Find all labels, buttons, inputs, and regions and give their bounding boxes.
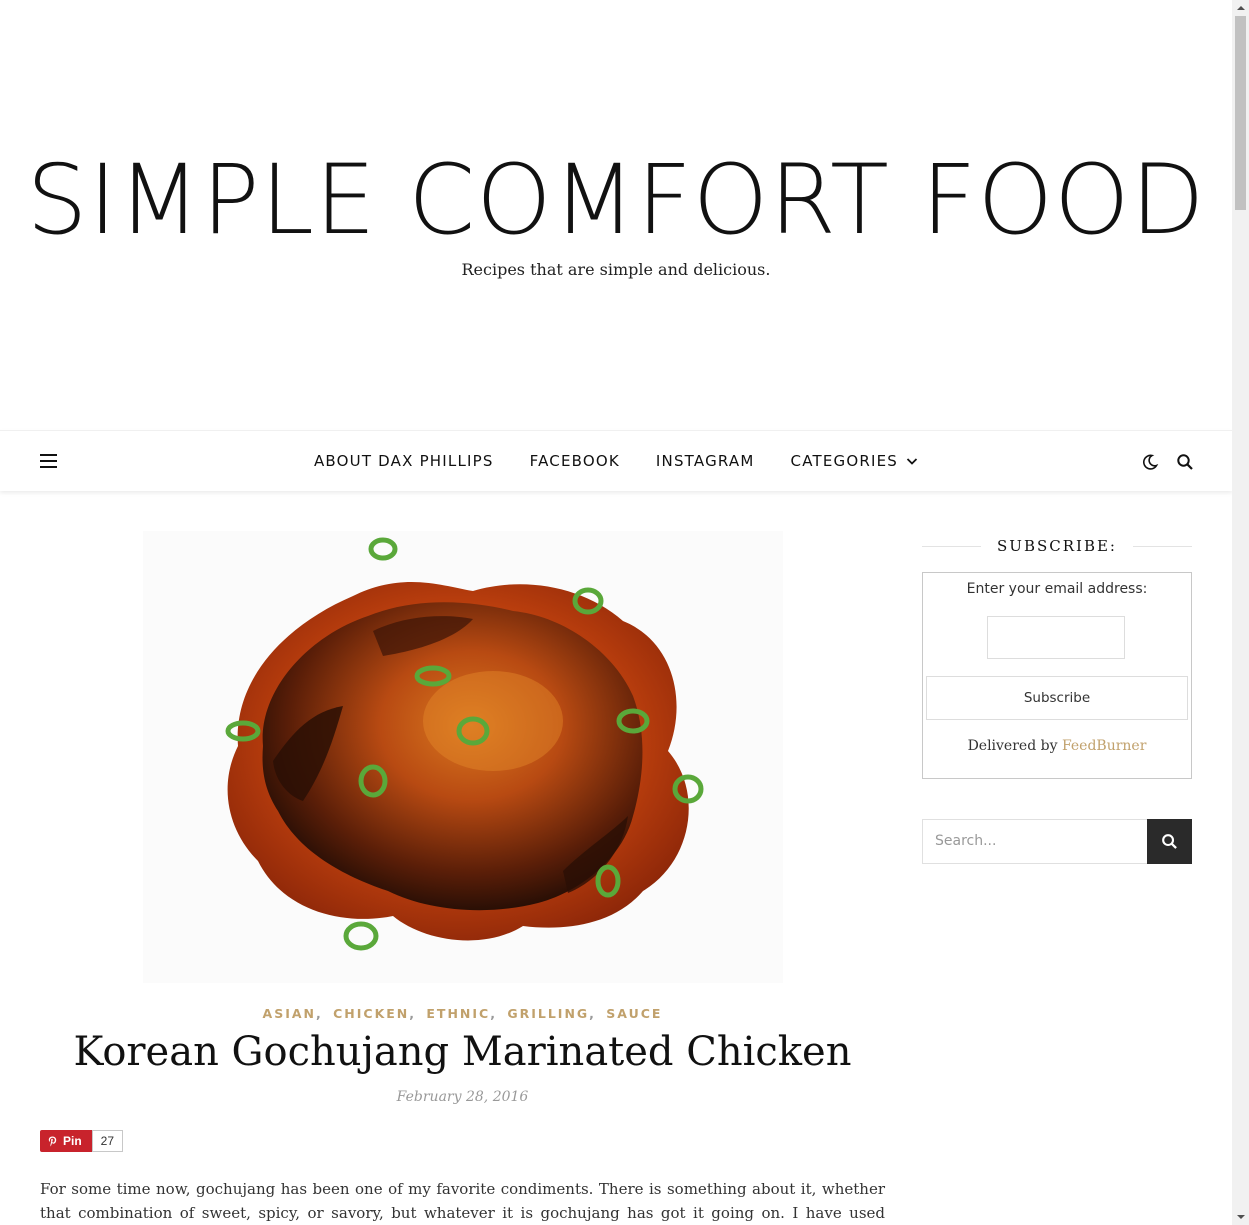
nav-item-categories-label: CATEGORIES	[790, 452, 899, 470]
subscribe-widget-title: SUBSCRIBE:	[922, 536, 1193, 556]
search-icon[interactable]	[1176, 453, 1194, 471]
scroll-down-arrow-icon[interactable]	[1232, 1209, 1249, 1225]
chevron-down-icon	[906, 458, 918, 465]
category-ethnic[interactable]: ETHNIC	[426, 1006, 490, 1021]
nav-item-categories[interactable]: CATEGORIES	[791, 452, 919, 470]
pin-label-button[interactable]: Pin	[40, 1130, 92, 1152]
category-sauce[interactable]: SAUCE	[606, 1006, 662, 1021]
category-grilling[interactable]: GRILLING	[507, 1006, 589, 1021]
scroll-up-arrow-icon[interactable]	[1232, 0, 1249, 16]
category-asian[interactable]: ASIAN	[263, 1006, 316, 1021]
pinterest-icon	[48, 1136, 57, 1146]
sidebar-search: Search...	[922, 819, 1192, 864]
email-label: Enter your email address:	[966, 581, 1148, 597]
site-tagline: Recipes that are simple and delicious.	[461, 260, 771, 279]
pin-count: 27	[91, 1130, 124, 1152]
page: SIMPLE COMFORT FOOD Recipes that are sim…	[0, 0, 1232, 1225]
search-icon	[1162, 834, 1177, 849]
moon-icon[interactable]	[1141, 453, 1159, 471]
post-categories: ASIAN, CHICKEN, ETHNIC, GRILLING, SAUCE	[262, 1006, 663, 1021]
featured-image[interactable]	[143, 531, 783, 983]
sidebar-search-input[interactable]: Search...	[922, 819, 1147, 864]
pin-label: Pin	[63, 1134, 82, 1148]
page-scrollbar[interactable]	[1232, 0, 1249, 1225]
pinterest-pin-button[interactable]: Pin 27	[40, 1130, 124, 1152]
post-date: February 28, 2016	[396, 1089, 529, 1105]
delivered-by-text: Delivered by	[967, 738, 1058, 754]
category-chicken[interactable]: CHICKEN	[333, 1006, 409, 1021]
nav-menu: ABOUT DAX PHILLIPS FACEBOOK INSTAGRAM CA…	[0, 431, 1232, 491]
nav-item-instagram-label: INSTAGRAM	[655, 452, 755, 470]
sidebar-search-button[interactable]	[1147, 819, 1192, 864]
subscribe-title-text: SUBSCRIBE:	[997, 537, 1117, 555]
subscribe-form: Enter your email address: Subscribe Deli…	[922, 572, 1192, 779]
nav-item-about-label: ABOUT DAX PHILLIPS	[313, 452, 494, 470]
email-field[interactable]	[987, 616, 1125, 659]
post-excerpt: For some time now, gochujang has been on…	[40, 1180, 885, 1222]
delivered-by: Delivered by FeedBurner	[923, 738, 1191, 754]
nav-item-facebook[interactable]: FACEBOOK	[530, 452, 620, 470]
nav-item-about[interactable]: ABOUT DAX PHILLIPS	[314, 452, 494, 470]
site-title[interactable]: SIMPLE COMFORT FOOD	[0, 140, 1232, 260]
nav-item-facebook-label: FACEBOOK	[529, 452, 620, 470]
subscribe-button[interactable]: Subscribe	[926, 676, 1188, 720]
chicken-dish-illustration	[143, 531, 783, 983]
scrollbar-thumb[interactable]	[1235, 16, 1246, 210]
post-title[interactable]: Korean Gochujang Marinated Chicken	[40, 1024, 885, 1080]
nav-item-instagram[interactable]: INSTAGRAM	[656, 452, 755, 470]
main-navigation: ABOUT DAX PHILLIPS FACEBOOK INSTAGRAM CA…	[0, 430, 1232, 491]
feedburner-link[interactable]: FeedBurner	[1062, 738, 1146, 754]
